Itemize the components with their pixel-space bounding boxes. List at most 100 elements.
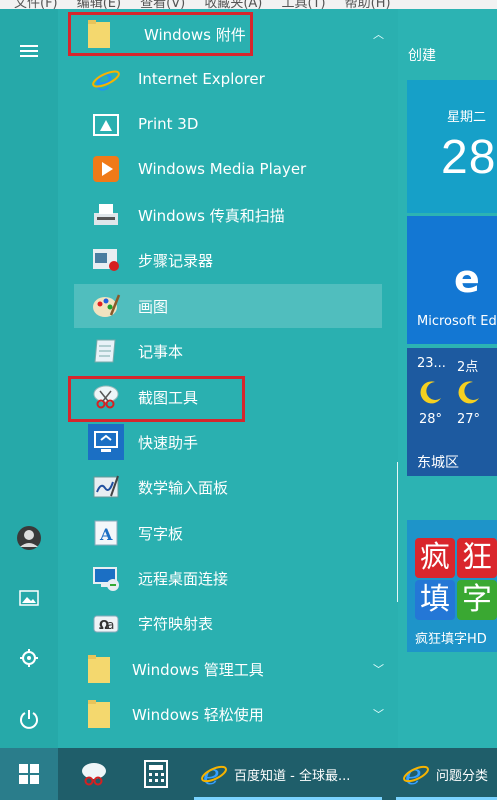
menu-file[interactable]: 文件(F) [14, 0, 58, 9]
calendar-day: 28 [441, 131, 497, 184]
settings-button[interactable] [0, 638, 58, 678]
hamburger-icon [20, 45, 38, 57]
taskbar-snipping-tool[interactable] [74, 748, 114, 800]
weather-col1-temp: 28° [419, 412, 443, 427]
app-notepad[interactable]: 记事本 [74, 329, 444, 373]
moon-icon [420, 381, 441, 404]
app-character-map[interactable]: Ωa 字符映射表 [74, 601, 444, 645]
tile-microsoft-edge[interactable]: e Microsoft Ed [407, 216, 497, 344]
media-player-icon [88, 151, 124, 187]
windows-logo-icon [19, 764, 39, 784]
app-fax-and-scan[interactable]: Windows 传真和扫描 [74, 193, 444, 237]
app-label: 画图 [138, 297, 169, 316]
avatar [17, 526, 41, 550]
ie-icon: e [403, 760, 429, 788]
ie-icon: e [88, 61, 124, 97]
app-label: Internet Explorer [138, 70, 265, 88]
app-wordpad[interactable]: A 写字板 [74, 511, 444, 555]
app-math-input-panel[interactable]: 数学输入面板 [74, 465, 444, 509]
folder-windows-ease-of-access[interactable]: Windows 轻松使用 ﹀ [74, 692, 384, 736]
game-char: 疯 [415, 538, 455, 578]
taskbar-calculator[interactable] [136, 748, 176, 800]
app-label: 写字板 [138, 524, 184, 543]
folder-icon [88, 655, 110, 683]
weather-col2-time: 2点 [457, 360, 479, 375]
app-label: 记事本 [138, 342, 184, 361]
taskbar-ie-window-2[interactable]: e 问题分类 [396, 748, 497, 800]
pictures-button[interactable] [0, 578, 58, 618]
folder-windows-admin-tools[interactable]: Windows 管理工具 ﹀ [74, 647, 384, 691]
app-label: 快速助手 [138, 433, 199, 452]
edge-label: Microsoft Ed [417, 314, 497, 329]
highlight-box-accessories [68, 12, 253, 56]
hamburger-menu-button[interactable] [0, 31, 58, 71]
tile-crazy-crossword[interactable]: 疯 狂 填 字 疯狂填字HD [407, 520, 497, 652]
app-label: 字符映射表 [138, 614, 214, 633]
start-left-rail [0, 9, 58, 748]
app-quick-assist[interactable]: 快速助手 [74, 420, 444, 464]
app-label: Windows Media Player [138, 160, 307, 178]
snipping-tool-icon [82, 763, 106, 786]
chevron-down-icon[interactable]: ﹀ [373, 706, 384, 722]
start-button[interactable] [0, 748, 58, 800]
game-char: 字 [457, 580, 497, 620]
fax-scan-icon [88, 197, 124, 233]
weather-col1-time: 23... [417, 356, 446, 371]
menu-edit[interactable]: 编辑(E) [77, 0, 121, 9]
tile-zone: 创建 星期二 28 e Microsoft Ed 23... 2点 28° 27… [398, 9, 497, 748]
folder-label: Windows 轻松使用 [132, 705, 264, 724]
app-print-3d[interactable]: Print 3D [74, 102, 444, 146]
quick-assist-icon [88, 424, 124, 460]
svg-text:e: e [454, 258, 480, 298]
edge-icon: e [454, 258, 480, 298]
game-char: 填 [415, 580, 455, 620]
taskbar-item-label: 百度知道 - 全球最... [234, 768, 351, 784]
app-steps-recorder[interactable]: 步骤记录器 [74, 238, 444, 282]
notepad-icon [88, 333, 124, 369]
weather-location: 东城区 [417, 455, 459, 471]
remote-desktop-icon [88, 560, 124, 596]
steps-recorder-icon [88, 242, 124, 278]
menu-tools[interactable]: 工具(T) [281, 0, 325, 9]
game-char: 狂 [457, 538, 497, 578]
app-internet-explorer[interactable]: e Internet Explorer [74, 57, 444, 101]
ie-icon: e [201, 760, 227, 788]
app-label: 远程桌面连接 [138, 569, 229, 588]
taskbar: e 百度知道 - 全球最... e 问题分类 [0, 748, 497, 800]
menu-favorites[interactable]: 收藏夹(A) [204, 0, 262, 9]
highlight-box-snipping-tool [68, 376, 245, 422]
power-button[interactable] [0, 699, 58, 739]
paint-icon [88, 288, 124, 324]
app-paint[interactable]: 画图 [74, 284, 382, 328]
svg-text:A: A [99, 525, 113, 544]
tile-calendar[interactable]: 星期二 28 [407, 80, 497, 213]
weather-col2-temp: 27° [457, 412, 481, 427]
menu-view[interactable]: 查看(V) [140, 0, 185, 9]
chevron-up-icon[interactable]: ︿ [373, 26, 384, 42]
moon-icon [458, 381, 479, 404]
char-map-icon: Ωa [88, 605, 124, 641]
app-label: 数学输入面板 [138, 478, 229, 497]
calculator-icon [144, 760, 168, 788]
app-windows-media-player[interactable]: Windows Media Player [74, 147, 444, 191]
gear-icon [20, 649, 38, 667]
app-remote-desktop[interactable]: 远程桌面连接 [74, 556, 444, 600]
user-account-button[interactable] [0, 518, 58, 558]
wordpad-icon: A [88, 515, 124, 551]
chevron-down-icon[interactable]: ﹀ [373, 661, 384, 677]
svg-text:a: a [107, 618, 114, 632]
app-label: 步骤记录器 [138, 251, 214, 270]
window-menubar: 文件(F) 编辑(E) 查看(V) 收藏夹(A) 工具(T) 帮助(H) [0, 0, 497, 9]
print3d-icon [88, 106, 124, 142]
math-input-icon [88, 469, 124, 505]
folder-label: Windows 管理工具 [132, 660, 264, 679]
tile-section-title: 创建 [408, 48, 436, 64]
folder-icon [88, 700, 110, 728]
pictures-icon [19, 590, 39, 606]
menu-help[interactable]: 帮助(H) [345, 0, 391, 9]
taskbar-item-label: 问题分类 [436, 768, 489, 784]
app-label: Print 3D [138, 115, 199, 133]
tile-weather[interactable]: 23... 2点 28° 27° 东城区 [407, 348, 497, 476]
app-label: Windows 传真和扫描 [138, 206, 285, 225]
taskbar-ie-window-1[interactable]: e 百度知道 - 全球最... [194, 748, 384, 800]
